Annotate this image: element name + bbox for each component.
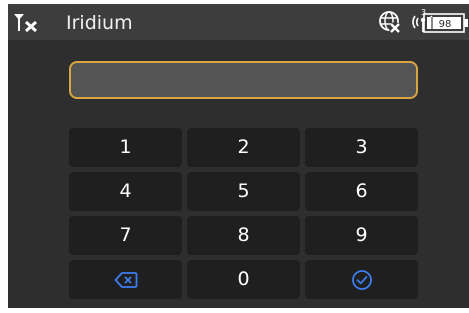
key-9[interactable]: 9 xyxy=(305,216,418,255)
key-2[interactable]: 2 xyxy=(187,128,300,167)
check-circle-icon xyxy=(351,269,372,290)
status-bar: Iridium 3 98 xyxy=(8,4,469,40)
number-input-field[interactable] xyxy=(69,61,418,99)
key-5[interactable]: 5 xyxy=(187,172,300,211)
key-0[interactable]: 0 xyxy=(187,260,300,299)
key-3[interactable]: 3 xyxy=(305,128,418,167)
key-8[interactable]: 8 xyxy=(187,216,300,255)
key-7[interactable]: 7 xyxy=(69,216,182,255)
screen: Iridium 3 98 1 2 3 4 5 6 7 8 9 0 xyxy=(8,4,469,308)
app-title: Iridium xyxy=(66,12,133,34)
confirm-button[interactable] xyxy=(305,260,418,299)
battery-level: 98 xyxy=(439,19,452,30)
backspace-button[interactable] xyxy=(69,260,182,299)
backspace-icon xyxy=(114,271,137,288)
battery-icon: 98 xyxy=(423,13,468,33)
key-4[interactable]: 4 xyxy=(69,172,182,211)
key-1[interactable]: 1 xyxy=(69,128,182,167)
globe-icon xyxy=(379,11,401,34)
key-6[interactable]: 6 xyxy=(305,172,418,211)
no-signal-icon xyxy=(14,14,38,33)
